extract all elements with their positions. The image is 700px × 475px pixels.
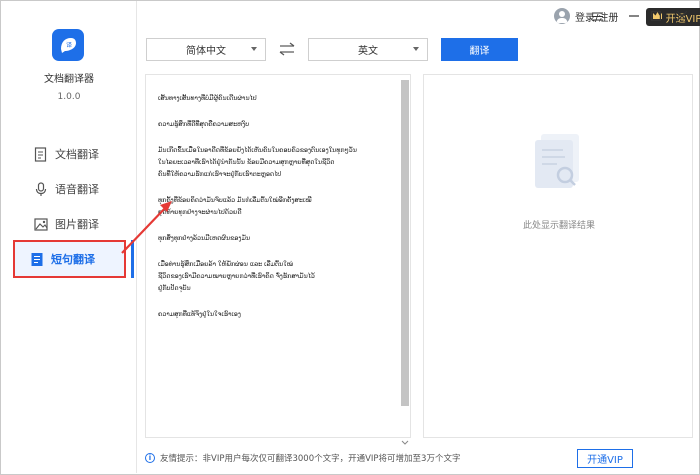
footer-vip-button[interactable]: 开通VIP xyxy=(577,449,633,468)
close-icon[interactable] xyxy=(672,6,692,26)
source-paragraph: ທຸກສິ່ງທຸກຢ່າງລ້ວນມີເຫດຜົນຂອງມັນ xyxy=(158,235,251,242)
tip-text: 非VIP用户每次仅可翻译3000个文字，开通VIP将可增加至3万个文字 xyxy=(202,454,461,464)
translate-button[interactable]: 翻译 xyxy=(441,38,518,61)
app-logo-icon: 译 xyxy=(52,29,84,61)
source-paragraph: ມັນເກີດຂຶ້ນເມື່ອໃນອາດີດທີ່ຂ້ອຍຍັງໄດ້ເຫັນ… xyxy=(158,147,357,178)
empty-document-icon xyxy=(527,130,589,200)
scroll-down-icon[interactable] xyxy=(401,430,409,445)
app-name: 文档翻译器 xyxy=(44,74,94,85)
result-panel: 此处显示翻译结果 xyxy=(423,74,693,438)
target-language-value: 英文 xyxy=(358,46,378,57)
target-language-select[interactable]: 英文 xyxy=(308,38,428,61)
tip-label: 友情提示： xyxy=(160,454,203,464)
empty-result-text: 此处显示翻译结果 xyxy=(522,221,595,231)
source-paragraph: ຄວາມຮູ້ສຶກທີ່ດີທີ່ສຸດຄືຄວາມສະຫງົບ xyxy=(158,121,250,128)
text-note-icon xyxy=(29,251,45,267)
avatar-icon xyxy=(554,8,570,24)
source-text-area[interactable]: ເສັ້ນທາງເສັ້ນທາງທີ່ບໍ່ມີຜູ້ຄົນເດີນຜ່ານໄປ… xyxy=(145,74,411,438)
microphone-icon xyxy=(33,181,49,197)
source-paragraph: ເສັ້ນທາງເສັ້ນທາງທີ່ບໍ່ມີຜູ້ຄົນເດີນຜ່ານໄປ xyxy=(158,95,257,102)
image-icon xyxy=(33,216,49,232)
sidebar-item-document[interactable]: 文档翻译 xyxy=(13,136,134,172)
chevron-down-icon xyxy=(413,47,419,51)
sidebar-item-label: 语音翻译 xyxy=(55,183,99,196)
document-icon xyxy=(33,146,49,162)
tip: i 友情提示： 非VIP用户每次仅可翻译3000个文字，开通VIP将可增加至3万… xyxy=(145,452,460,464)
footer: i 友情提示： 非VIP用户每次仅可翻译3000个文字，开通VIP将可增加至3万… xyxy=(137,447,699,474)
source-language-value: 简体中文 xyxy=(186,46,226,57)
annotation-arrow-icon xyxy=(121,201,172,254)
sidebar: 译 文档翻译器 1.0.0 文档翻译 语音翻译 图片翻译 短句翻译 xyxy=(1,1,137,473)
info-icon: i xyxy=(145,453,155,463)
app-version: 1.0.0 xyxy=(57,92,81,102)
svg-text:译: 译 xyxy=(66,41,72,49)
source-language-select[interactable]: 简体中文 xyxy=(146,38,266,61)
source-paragraph: ເມື່ອທ່ານຮູ້ສຶກເມື່ອຍລ້າ ໃຫ້ພັກຜ່ອນ ແລະ … xyxy=(158,261,315,292)
minimize-icon[interactable] xyxy=(624,6,644,26)
maximize-icon[interactable] xyxy=(646,6,666,26)
sidebar-item-image[interactable]: 图片翻译 xyxy=(13,206,134,242)
sidebar-item-short-sentence[interactable]: 短句翻译 xyxy=(13,240,126,278)
source-paragraph: ຄວາມສຸກທີ່ແທ້ຈິງຢູ່ໃນໃຈເຮົາເອງ xyxy=(158,311,241,318)
source-scrollbar[interactable] xyxy=(401,80,409,406)
source-text: ເສັ້ນທາງເສັ້ນທາງທີ່ບໍ່ມີຜູ້ຄົນເດີນຜ່ານໄປ… xyxy=(158,93,394,335)
menu-icon[interactable] xyxy=(587,6,607,26)
swap-languages-icon[interactable] xyxy=(278,41,296,57)
sidebar-item-label: 图片翻译 xyxy=(55,218,99,231)
source-paragraph: ທຸກຄັ້ງທີ່ຂ້ອຍຄິດວ່າມັນຈົບແລ້ວ ມັນກໍເລີ່… xyxy=(158,197,312,216)
sidebar-item-label: 文档翻译 xyxy=(55,148,99,161)
sidebar-item-voice[interactable]: 语音翻译 xyxy=(13,171,134,207)
chevron-down-icon xyxy=(251,47,257,51)
sidebar-item-label: 短句翻译 xyxy=(51,253,95,266)
title-bar: 登录/注册 开通VIP xyxy=(137,1,700,31)
